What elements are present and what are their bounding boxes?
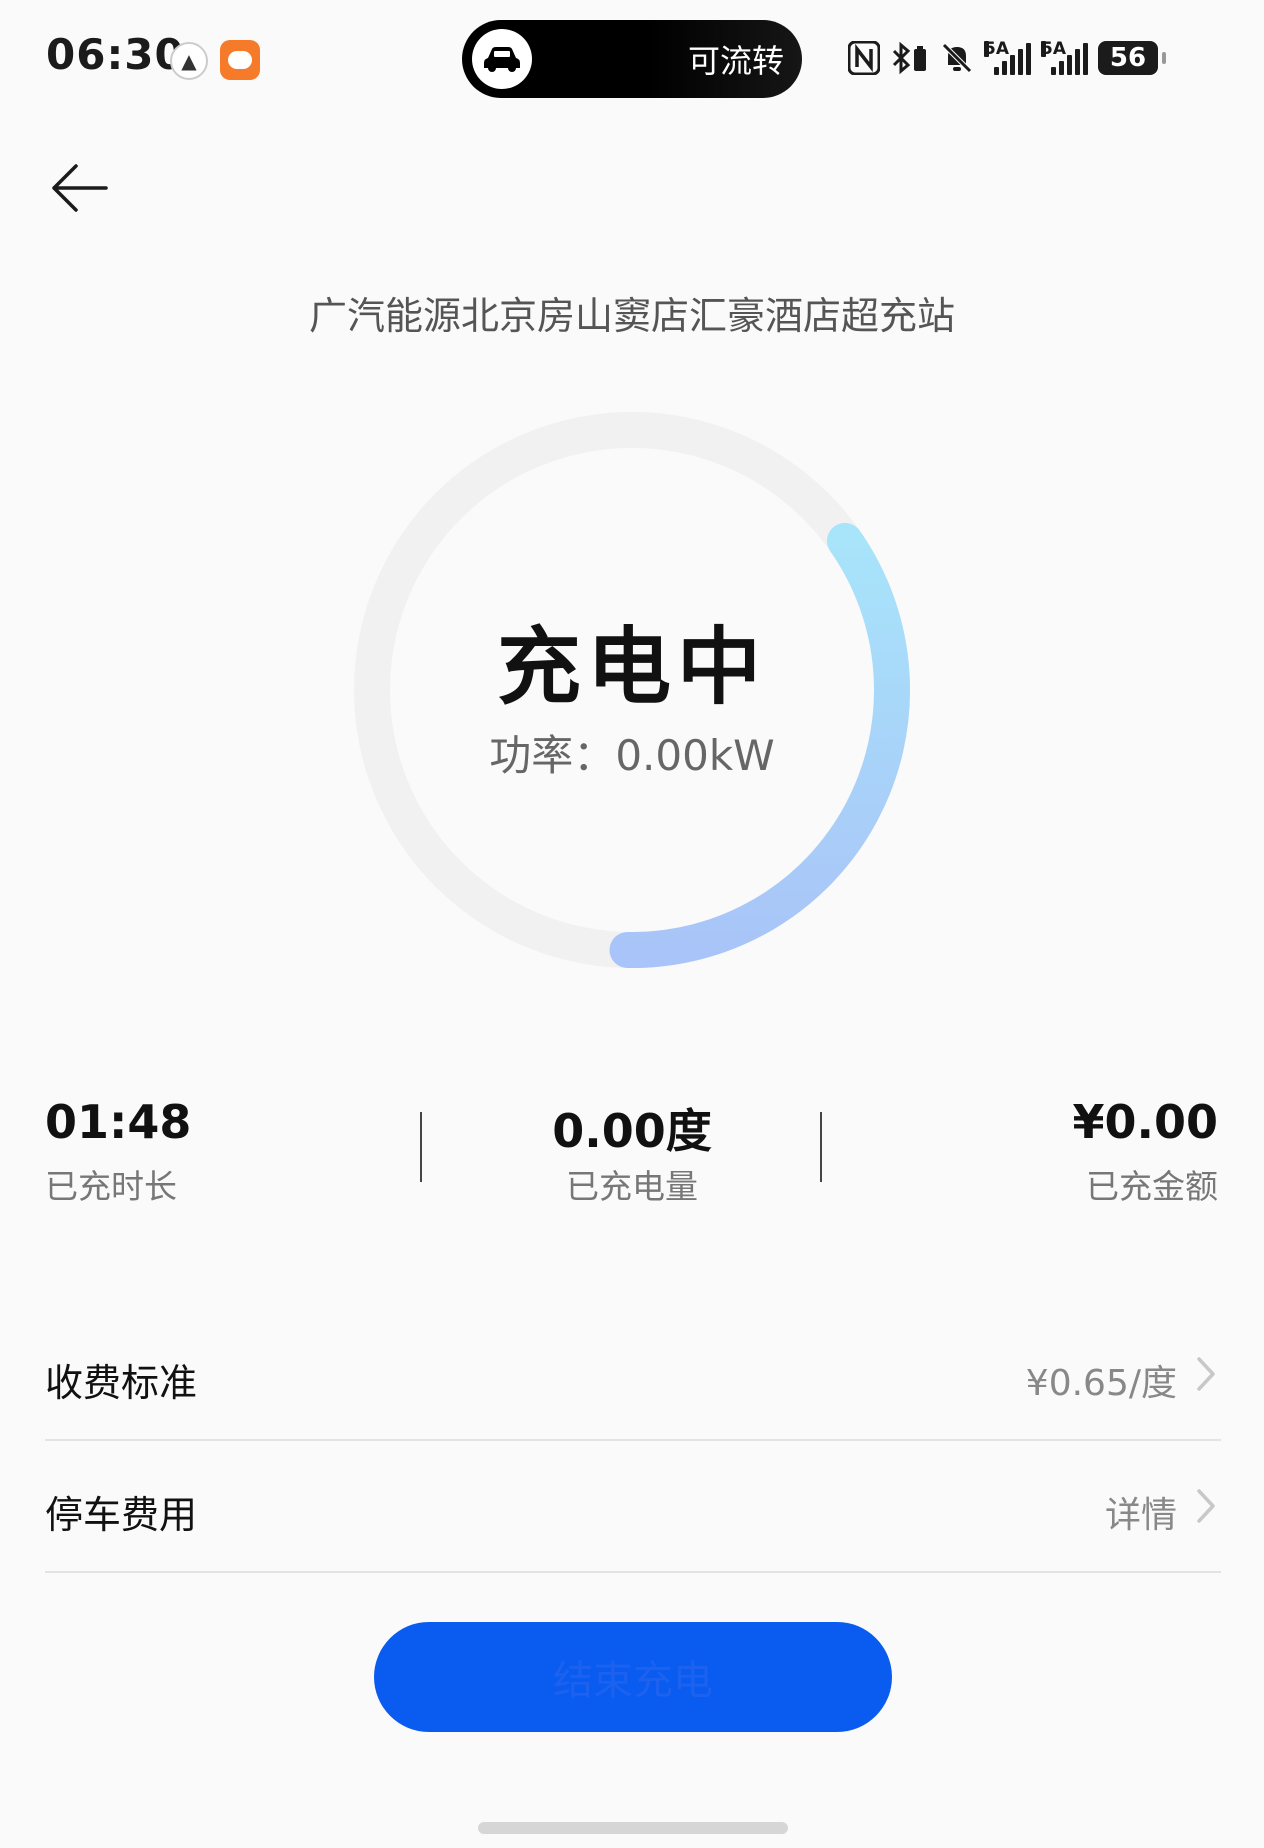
- back-button[interactable]: [40, 148, 120, 228]
- parking-fee-row[interactable]: 停车费用 详情: [45, 1442, 1221, 1573]
- charged-amount-label: 已充金额: [1086, 1167, 1218, 1206]
- stat-divider: [820, 1112, 822, 1182]
- chat-app-icon: [220, 40, 260, 80]
- navigation-app-icon: ▲: [170, 42, 208, 80]
- parking-details-link: 详情: [1104, 1495, 1177, 1536]
- status-icons: 5A 5A 56: [848, 36, 1166, 80]
- home-indicator[interactable]: [478, 1822, 788, 1834]
- island-handoff-text: 可流转: [687, 42, 784, 80]
- stop-charging-button[interactable]: 结束充电: [374, 1622, 892, 1732]
- cellular-signal-1-icon: 5A: [984, 41, 1031, 75]
- charged-energy-label: 已充电量: [566, 1167, 698, 1206]
- mute-bell-icon: [942, 43, 972, 73]
- power-label: 功率：: [489, 731, 616, 780]
- car-icon: [472, 29, 532, 89]
- nfc-icon: [848, 41, 880, 75]
- status-time: 06:30: [46, 30, 185, 79]
- bluetooth-icon: [892, 41, 926, 75]
- battery-icon: 56: [1098, 41, 1166, 75]
- chevron-right-icon: [1197, 1489, 1215, 1523]
- pricing-row[interactable]: 收费标准 ¥0.65/度: [45, 1310, 1221, 1441]
- network-2-label: 5A: [1041, 39, 1066, 59]
- back-arrow-icon: [52, 164, 108, 212]
- station-name: 广汽能源北京房山窦店汇豪酒店超充站: [308, 294, 955, 338]
- dynamic-island[interactable]: 可流转: [462, 20, 802, 98]
- network-1-label: 5A: [984, 39, 1009, 59]
- charging-status: 充电中: [496, 618, 767, 716]
- power-value: 0.00kW: [615, 731, 775, 780]
- power-readout: 功率：0.00kW: [0, 722, 1264, 783]
- pricing-value: ¥0.65/度: [1025, 1363, 1177, 1404]
- pricing-label: 收费标准: [45, 1361, 198, 1405]
- chevron-right-icon: [1197, 1357, 1215, 1391]
- cellular-signal-2-icon: 5A: [1041, 41, 1088, 75]
- charged-amount-value: ¥0.00: [1072, 1095, 1218, 1149]
- parking-fee-label: 停车费用: [45, 1493, 198, 1537]
